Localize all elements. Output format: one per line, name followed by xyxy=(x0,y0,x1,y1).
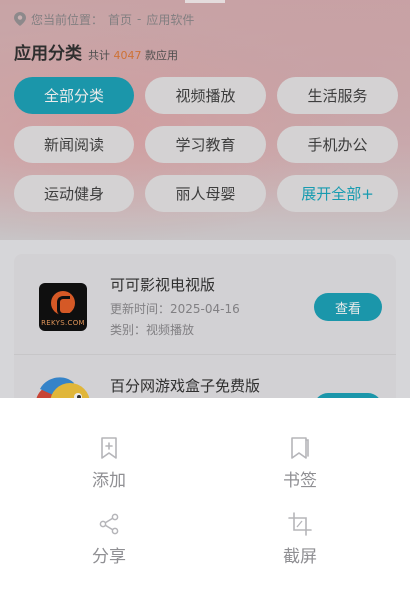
category-label: 类别： xyxy=(110,323,147,337)
count-number: 4047 xyxy=(113,49,142,62)
chip-video[interactable]: 视频播放 xyxy=(145,77,266,114)
breadcrumb-current: 应用软件 xyxy=(146,12,195,27)
app-update: 更新时间：2025-04-16 xyxy=(110,300,240,317)
view-button[interactable]: 查看 xyxy=(314,293,382,321)
share-button[interactable]: 分享 xyxy=(49,512,169,592)
chip-education[interactable]: 学习教育 xyxy=(145,126,266,163)
bookmark-label: 书签 xyxy=(283,471,317,491)
bookmark-button[interactable]: 书签 xyxy=(240,436,360,516)
breadcrumb-home-link[interactable]: 首页 xyxy=(108,11,132,28)
top-indicator xyxy=(185,0,225,3)
add-bookmark-icon xyxy=(101,437,117,459)
chip-fitness[interactable]: 运动健身 xyxy=(14,175,134,212)
add-button[interactable]: 添加 xyxy=(49,436,169,516)
app-list: REKYS.COM 可可影视电视版 更新时间：2025-04-16 类别：视频播… xyxy=(14,254,396,414)
location-pin-icon xyxy=(14,12,26,26)
app-icon[interactable]: REKYS.COM xyxy=(39,283,87,331)
update-label: 更新时间： xyxy=(110,302,171,316)
app-logo-icon xyxy=(51,291,75,316)
page: 您当前位置： 首页 - 应用软件 应用分类 共计 4047 款应用 全部分类 视… xyxy=(0,0,410,600)
crop-icon xyxy=(288,512,312,536)
category-value: 视频播放 xyxy=(146,323,195,337)
category-chips: 全部分类 视频播放 生活服务 新闻阅读 学习教育 手机办公 运动健身 丽人母婴 … xyxy=(14,77,398,212)
add-label: 添加 xyxy=(92,471,126,491)
chip-mother-baby[interactable]: 丽人母婴 xyxy=(145,175,266,212)
bookmark-icon xyxy=(291,437,309,459)
title-row: 应用分类 共计 4047 款应用 xyxy=(14,40,178,66)
chip-expand-all[interactable]: 展开全部+ xyxy=(277,175,398,212)
breadcrumb-separator: - xyxy=(137,12,142,26)
count-prefix: 共计 xyxy=(88,49,110,62)
app-category: 类别：视频播放 xyxy=(110,321,194,338)
count-suffix: 款应用 xyxy=(145,49,178,62)
share-label: 分享 xyxy=(92,547,126,567)
app-name[interactable]: 可可影视电视版 xyxy=(110,274,215,295)
page-title: 应用分类 xyxy=(14,44,88,66)
chip-office[interactable]: 手机办公 xyxy=(277,126,398,163)
action-sheet: 添加 书签 分享 截屏 xyxy=(0,398,410,600)
share-icon xyxy=(99,513,119,535)
list-item[interactable]: REKYS.COM 可可影视电视版 更新时间：2025-04-16 类别：视频播… xyxy=(14,254,396,355)
app-icon-brand: REKYS.COM xyxy=(41,319,85,327)
chip-all[interactable]: 全部分类 xyxy=(14,77,134,114)
screenshot-label: 截屏 xyxy=(283,547,317,567)
screenshot-button[interactable]: 截屏 xyxy=(240,512,360,592)
chip-news[interactable]: 新闻阅读 xyxy=(14,126,134,163)
chip-life[interactable]: 生活服务 xyxy=(277,77,398,114)
app-count: 共计 4047 款应用 xyxy=(88,48,178,64)
app-name[interactable]: 百分网游戏盒子免费版 xyxy=(110,375,260,396)
breadcrumb: 您当前位置： 首页 - 应用软件 xyxy=(14,10,194,28)
breadcrumb-prefix: 您当前位置： xyxy=(31,12,104,27)
update-date: 2025-04-16 xyxy=(170,302,240,316)
